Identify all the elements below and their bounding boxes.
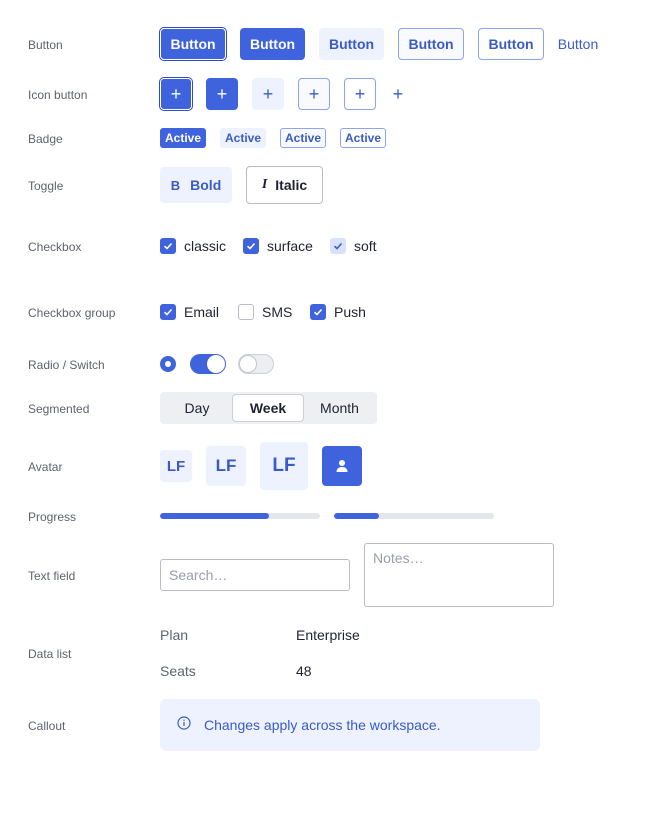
person-icon [336, 460, 348, 472]
toggle-italic[interactable]: I Italic [246, 166, 323, 204]
checkbox-push[interactable] [310, 304, 326, 320]
progress-bar-2 [334, 513, 494, 519]
switch-off[interactable] [238, 354, 274, 374]
icon-button-classic[interactable]: + [160, 78, 192, 110]
label-segmented: Segmented [28, 402, 90, 416]
checkmark-icon [333, 242, 343, 250]
badge-outline: Active [340, 128, 386, 148]
bold-icon: B [170, 177, 181, 193]
italic-icon: I [261, 177, 268, 192]
label-text-field: Text field [28, 569, 76, 583]
avatar-fallback [322, 446, 362, 486]
search-input[interactable] [160, 559, 350, 591]
progress-fill-2 [334, 513, 379, 519]
button-outline[interactable]: Button [478, 28, 544, 60]
info-icon [177, 716, 191, 730]
checkbox-surface[interactable] [243, 238, 259, 254]
data-list-key-plan: Plan [160, 627, 189, 643]
icon-button-solid[interactable]: + [206, 78, 238, 110]
avatar-small: LF [160, 450, 192, 482]
toggle-italic-label: Italic [275, 177, 308, 193]
plus-icon: + [308, 84, 320, 104]
checkbox-surface-label: surface [267, 238, 313, 254]
icon-button-ghost[interactable]: + [382, 78, 414, 110]
switch-thumb [207, 355, 225, 373]
checkmark-icon [163, 308, 173, 316]
checkbox-push-label: Push [334, 304, 366, 320]
data-list-value-plan: Enterprise [296, 627, 360, 643]
label-button: Button [28, 38, 63, 52]
label-checkbox-group: Checkbox group [28, 306, 116, 320]
button-solid[interactable]: Button [240, 28, 305, 60]
checkmark-icon [163, 242, 173, 250]
avatar-medium: LF [206, 446, 246, 486]
label-progress: Progress [28, 510, 77, 524]
badge-solid: Active [160, 128, 206, 148]
checkbox-classic-label: classic [184, 238, 227, 254]
label-callout: Callout [28, 719, 66, 733]
checkbox-email-label: Email [184, 304, 220, 320]
toggle-bold-label: Bold [190, 177, 222, 193]
data-list-key-seats: Seats [160, 663, 196, 679]
segmented-control: Day Week Month [160, 392, 377, 424]
plus-icon: + [170, 84, 182, 104]
radio-dot [165, 361, 171, 367]
checkmark-icon [313, 308, 323, 316]
progress-fill-1 [160, 513, 269, 519]
label-checkbox: Checkbox [28, 240, 82, 254]
progress-bar-1 [160, 513, 320, 519]
button-surface[interactable]: Button [398, 28, 464, 60]
label-badge: Badge [28, 132, 63, 146]
plus-icon: + [354, 84, 366, 104]
checkbox-sms-label: SMS [262, 304, 293, 320]
plus-icon: + [392, 84, 404, 104]
callout-text: Changes apply across the workspace. [204, 717, 441, 733]
segment-week[interactable]: Week [232, 394, 304, 422]
label-avatar: Avatar [28, 460, 63, 474]
plus-icon: + [216, 84, 228, 104]
segment-month[interactable]: Month [304, 394, 375, 422]
callout: Changes apply across the workspace. [160, 699, 540, 751]
notes-textarea[interactable] [364, 543, 554, 607]
checkbox-soft[interactable] [330, 238, 346, 254]
checkbox-sms[interactable] [238, 304, 254, 320]
checkbox-classic[interactable] [160, 238, 176, 254]
switch-thumb [239, 355, 257, 373]
segment-day[interactable]: Day [162, 394, 232, 422]
data-list-value-seats: 48 [296, 663, 312, 679]
avatar-large: LF [260, 442, 308, 490]
label-icon-button: Icon button [28, 88, 88, 102]
icon-button-soft[interactable]: + [252, 78, 284, 110]
switch-on[interactable] [190, 354, 226, 374]
badge-soft: Active [220, 128, 266, 148]
label-toggle: Toggle [28, 179, 64, 193]
checkbox-email[interactable] [160, 304, 176, 320]
toggle-bold[interactable]: B Bold [160, 167, 232, 203]
label-radio-switch: Radio / Switch [28, 358, 105, 372]
radio-button[interactable] [160, 356, 176, 372]
checkbox-soft-label: soft [354, 238, 377, 254]
button-soft[interactable]: Button [319, 28, 384, 60]
button-ghost[interactable]: Button [552, 28, 604, 60]
button-classic[interactable]: Button [160, 28, 226, 60]
icon-button-surface[interactable]: + [298, 78, 330, 110]
label-data-list: Data list [28, 647, 72, 661]
plus-icon: + [262, 84, 274, 104]
icon-button-outline[interactable]: + [344, 78, 376, 110]
checkmark-icon [246, 242, 256, 250]
badge-surface: Active [280, 128, 326, 148]
